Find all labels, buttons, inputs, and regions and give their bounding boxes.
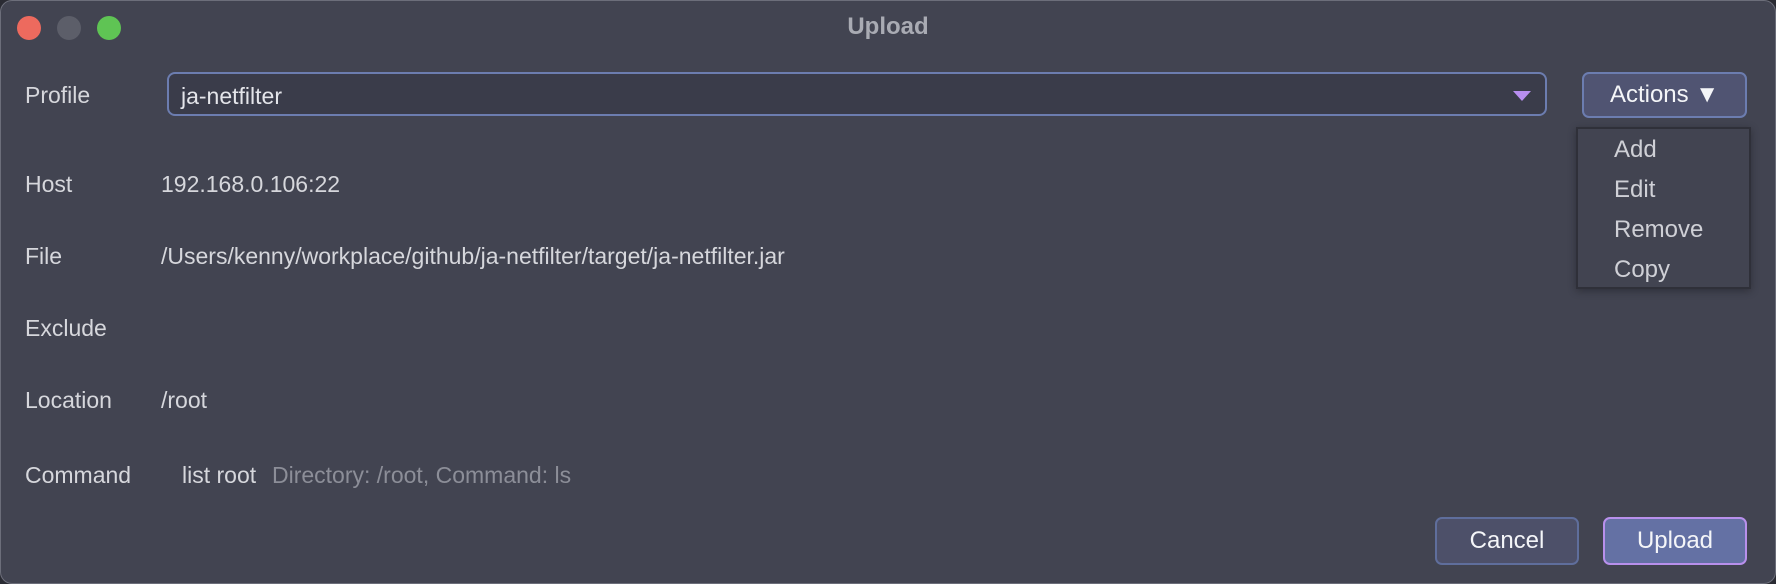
host-value: 192.168.0.106:22 (161, 171, 341, 197)
file-label: File (25, 243, 63, 269)
window-title: Upload (847, 13, 929, 40)
actions-menu: Add Edit Remove Copy (1576, 127, 1751, 289)
profile-select[interactable]: ja-netfilter (167, 72, 1547, 116)
command-value: list root (182, 462, 257, 488)
upload-button[interactable]: Upload (1603, 517, 1747, 565)
cancel-button[interactable]: Cancel (1435, 517, 1579, 565)
profile-selected-value: ja-netfilter (181, 83, 282, 109)
menu-item-edit[interactable]: Edit (1614, 176, 1655, 204)
command-hint: Directory: /root, Command: ls (272, 462, 572, 488)
menu-item-add[interactable]: Add (1614, 136, 1657, 164)
command-label: Command (25, 462, 132, 488)
upload-dialog: Upload Profile ja-netfilter Actions ▼ Ho… (0, 0, 1776, 584)
profile-label: Profile (25, 82, 91, 108)
chevron-down-icon (1513, 91, 1531, 101)
host-label: Host (25, 171, 73, 197)
menu-item-remove[interactable]: Remove (1614, 216, 1703, 244)
location-value: /root (161, 387, 208, 413)
menu-item-copy[interactable]: Copy (1614, 256, 1670, 284)
actions-button[interactable]: Actions ▼ (1582, 72, 1747, 118)
exclude-label: Exclude (25, 315, 107, 341)
file-value: /Users/kenny/workplace/github/ja-netfilt… (161, 243, 785, 269)
location-label: Location (25, 387, 112, 413)
title-bar: Upload (1, 1, 1775, 53)
